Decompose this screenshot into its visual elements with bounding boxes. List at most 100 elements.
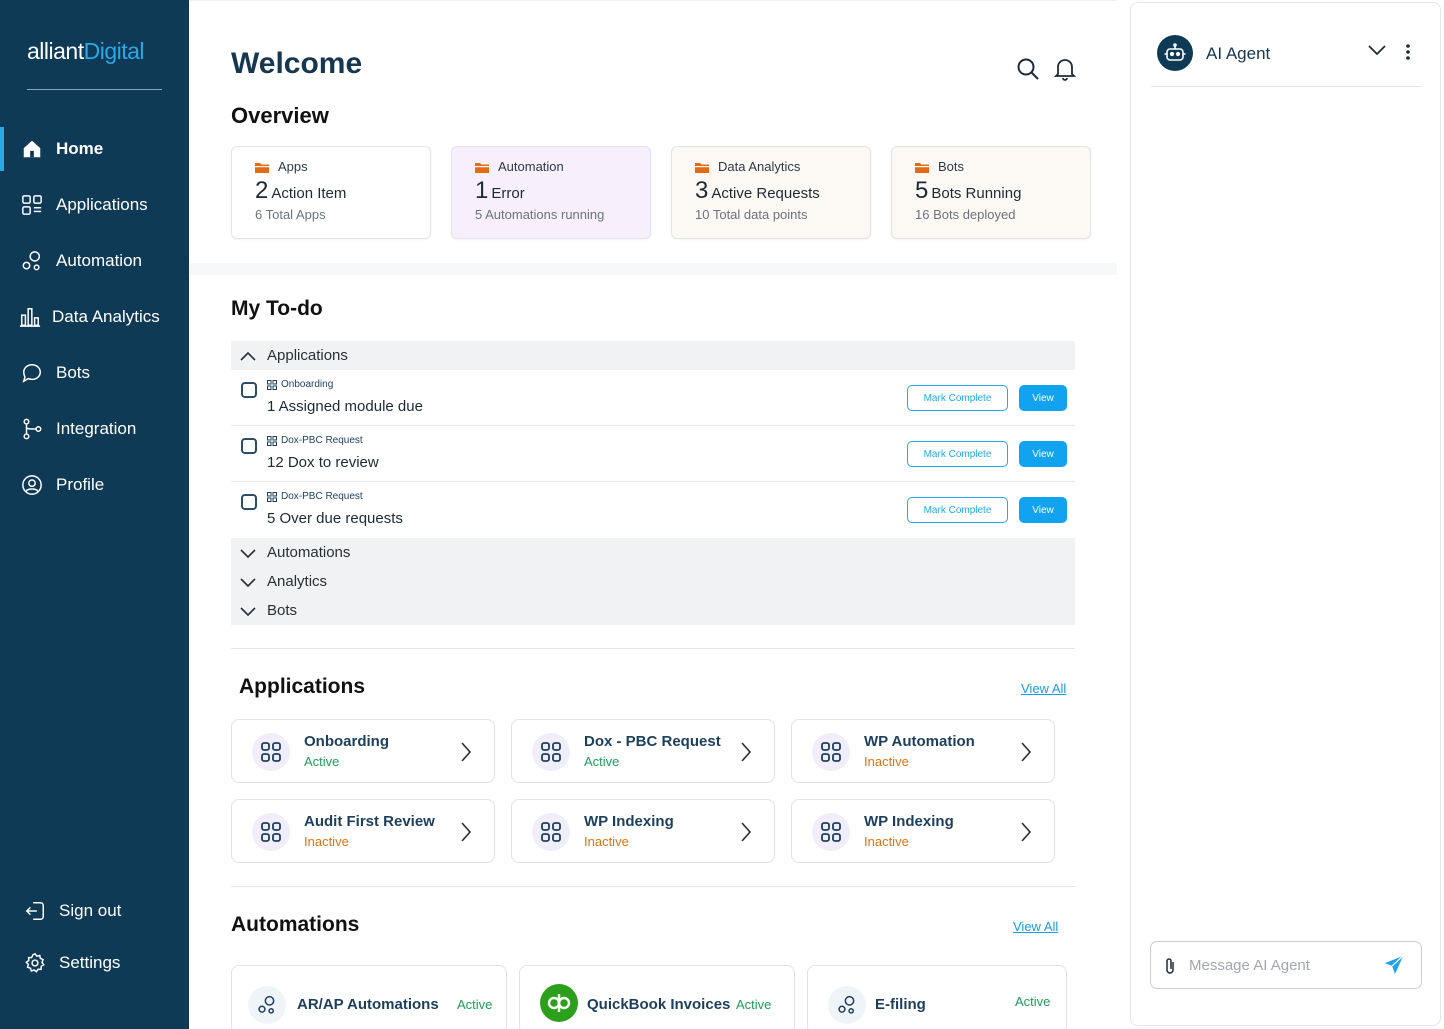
automation-card[interactable]: E-filing Active	[807, 965, 1067, 1029]
app-name: Onboarding	[304, 733, 389, 750]
paperclip-icon[interactable]	[1163, 956, 1177, 981]
integration-icon	[20, 417, 44, 441]
overview-title: Overview	[231, 103, 329, 128]
app-card[interactable]: WP Automation Inactive	[791, 719, 1055, 783]
card-subtext: 10 Total data points	[695, 207, 808, 222]
settings-button[interactable]: Settings	[0, 941, 189, 985]
card-category: Automation	[498, 159, 564, 174]
todo-text: 5 Over due requests	[267, 510, 403, 527]
grid-icon	[267, 379, 277, 390]
view-button[interactable]: View	[1019, 441, 1067, 467]
chevron-up-icon	[239, 350, 259, 362]
grid-icon	[252, 733, 290, 771]
app-card[interactable]: Onboarding Active	[231, 719, 495, 783]
chevron-down-icon[interactable]	[1367, 43, 1387, 62]
overview-card-data-analytics[interactable]: Data Analytics 3 Active Requests 10 Total…	[671, 146, 871, 239]
card-category: Apps	[278, 159, 308, 174]
grid-icon	[20, 193, 44, 217]
card-count: 5	[915, 177, 929, 204]
todo-group-analytics[interactable]: Analytics	[231, 567, 1075, 596]
sidebar-item-integration[interactable]: Integration	[0, 407, 189, 451]
card-category: Bots	[938, 159, 965, 174]
sign-out-icon	[23, 899, 47, 923]
automation-card[interactable]: AR/AP Automations Active	[231, 965, 507, 1029]
search-icon[interactable]	[1016, 57, 1040, 81]
chevron-right-icon	[460, 821, 472, 848]
app-card[interactable]: Dox - PBC Request Active	[511, 719, 775, 783]
automation-status: Active	[457, 997, 493, 1012]
card-count: 1	[475, 177, 489, 204]
app-card[interactable]: WP Indexing Inactive	[791, 799, 1055, 863]
todo-checkbox[interactable]	[241, 494, 257, 510]
overview-card-automation[interactable]: Automation 1 Error 5 Automations running	[451, 146, 651, 239]
sidebar-item-label: Data Analytics	[52, 307, 160, 326]
mark-complete-button[interactable]: Mark Complete	[907, 497, 1008, 523]
app-name: WP Automation	[864, 733, 975, 750]
overview-card-bots[interactable]: Bots 5 Bots Running 16 Bots deployed	[891, 146, 1091, 239]
brand-part2: Digital	[83, 38, 145, 64]
folder-icon	[695, 162, 709, 173]
grid-icon	[252, 813, 290, 851]
automations-view-all-link[interactable]: View All	[1013, 919, 1058, 934]
automation-card[interactable]: QuickBook Invoices Active	[519, 965, 795, 1029]
bar-chart-icon	[18, 305, 42, 329]
sidebar-item-applications[interactable]: Applications	[0, 183, 189, 227]
mark-complete-button[interactable]: Mark Complete	[907, 441, 1008, 467]
chevron-down-icon	[239, 576, 259, 588]
card-subtext: 16 Bots deployed	[915, 207, 1016, 222]
chevron-right-icon	[740, 741, 752, 768]
profile-icon	[20, 473, 44, 497]
overview-card-apps[interactable]: Apps 2 Action Item 6 Total Apps	[231, 146, 431, 239]
home-icon	[20, 137, 44, 161]
todo-row: Dox-PBC Request 5 Over due requests Mark…	[231, 482, 1075, 538]
view-button[interactable]: View	[1019, 497, 1067, 523]
automation-icon	[828, 986, 866, 1024]
message-input[interactable]	[1189, 954, 1369, 976]
sidebar-item-label: Settings	[59, 953, 121, 972]
more-options-icon[interactable]	[1405, 43, 1411, 66]
app-card[interactable]: WP Indexing Inactive	[511, 799, 775, 863]
todo-title: My To-do	[231, 297, 323, 320]
applications-view-all-link[interactable]: View All	[1021, 681, 1066, 696]
sidebar-item-label: Home	[56, 139, 104, 158]
app-status: Inactive	[864, 754, 909, 769]
app-name: WP Indexing	[584, 813, 674, 830]
chevron-right-icon	[740, 821, 752, 848]
sidebar-item-bots[interactable]: Bots	[0, 351, 189, 395]
sidebar-item-home[interactable]: Home	[0, 127, 189, 171]
group-label: Automations	[267, 544, 351, 561]
bell-icon[interactable]	[1053, 57, 1077, 81]
robot-icon	[1157, 35, 1193, 71]
todo-checkbox[interactable]	[241, 438, 257, 454]
todo-checkbox[interactable]	[241, 382, 257, 398]
chevron-right-icon	[1020, 821, 1032, 848]
folder-icon	[915, 162, 929, 173]
chevron-down-icon	[239, 605, 259, 617]
page-title: Welcome	[231, 47, 363, 80]
todo-group-bots[interactable]: Bots	[231, 596, 1075, 625]
chevron-right-icon	[460, 741, 472, 768]
sidebar-item-profile[interactable]: Profile	[0, 463, 189, 507]
sign-out-button[interactable]: Sign out	[0, 889, 189, 933]
sidebar-item-data-analytics[interactable]: Data Analytics	[0, 295, 189, 339]
todo-group-applications[interactable]: Applications	[231, 341, 1075, 370]
mark-complete-button[interactable]: Mark Complete	[907, 385, 1008, 411]
todo-group-automations[interactable]: Automations	[231, 538, 1075, 567]
grid-icon	[267, 491, 277, 502]
automation-status: Active	[1015, 994, 1051, 1009]
send-icon[interactable]	[1383, 954, 1405, 981]
app-card[interactable]: Audit First Review Inactive	[231, 799, 495, 863]
agent-name: AI Agent	[1206, 44, 1271, 63]
view-button[interactable]: View	[1019, 385, 1067, 411]
sidebar-item-automation[interactable]: Automation	[0, 239, 189, 283]
brand-logo[interactable]: alliantDigital	[27, 38, 162, 90]
automation-icon	[20, 249, 44, 273]
card-count-label: Active Requests	[711, 185, 820, 202]
card-category: Data Analytics	[718, 159, 801, 174]
card-count-label: Error	[491, 185, 525, 202]
app-status: Active	[304, 754, 340, 769]
brand-part1: alliant	[27, 38, 84, 64]
app-name: WP Indexing	[864, 813, 954, 830]
app-name: Audit First Review	[304, 813, 435, 830]
card-subtext: 5 Automations running	[475, 207, 605, 222]
